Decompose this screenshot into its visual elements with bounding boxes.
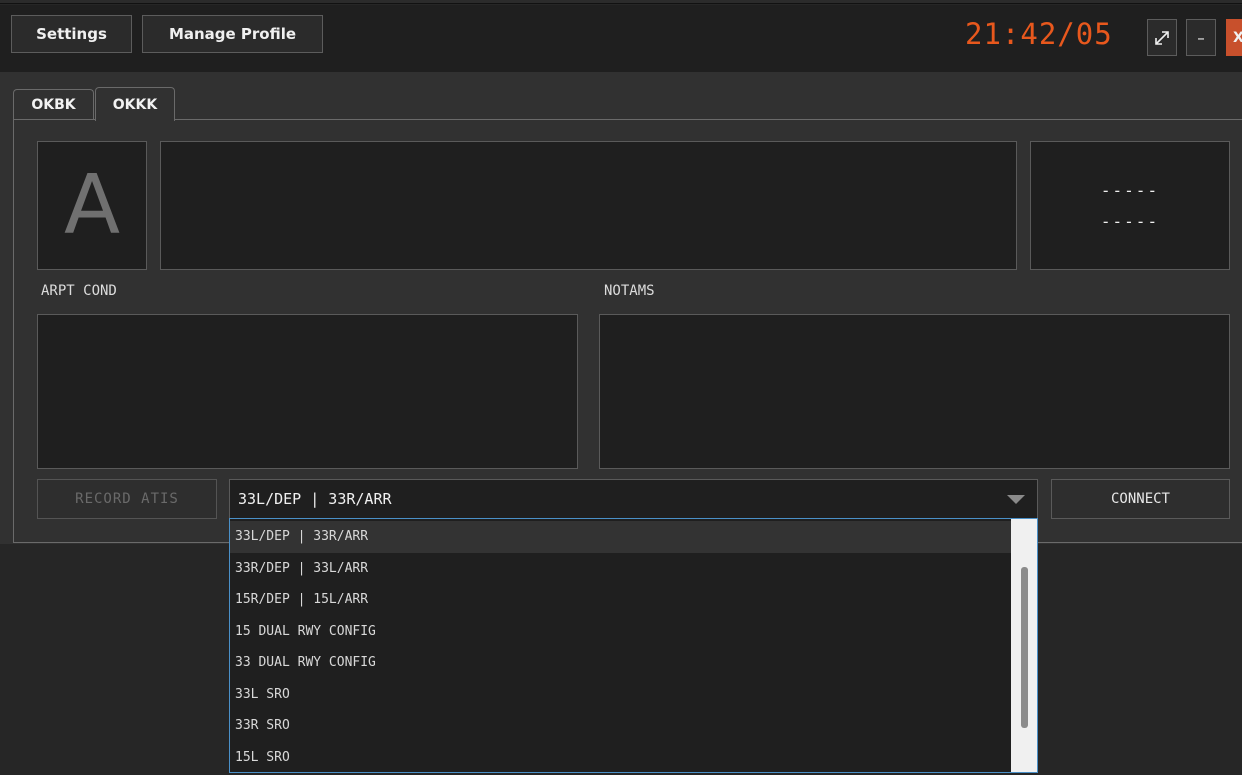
atis-info-display: ----- ----- (1030, 141, 1230, 270)
atis-letter: A (37, 141, 147, 270)
notams-textarea[interactable] (599, 314, 1230, 469)
atis-text-display (160, 141, 1017, 270)
chevron-down-icon[interactable] (1007, 495, 1025, 504)
dropdown-option[interactable]: 15R/DEP | 15L/ARR (230, 584, 1012, 616)
dropdown-list: 33L/DEP | 33R/ARR 33R/DEP | 33L/ARR 15R/… (230, 521, 1012, 773)
tab-okkk[interactable]: OKKK (95, 87, 175, 121)
arpt-cond-label: ARPT COND (41, 283, 117, 299)
runway-config-selected-value: 33L/DEP | 33R/ARR (238, 490, 392, 508)
dropdown-option[interactable]: 33L/DEP | 33R/ARR (230, 521, 1012, 553)
record-atis-button[interactable]: RECORD ATIS (37, 479, 217, 519)
notams-label: NOTAMS (604, 283, 655, 299)
scrollbar-thumb[interactable] (1021, 567, 1028, 728)
maximize-button[interactable] (1147, 19, 1177, 56)
settings-button[interactable]: Settings (11, 15, 132, 53)
dropdown-option[interactable]: 33R SRO (230, 710, 1012, 742)
arpt-cond-textarea[interactable] (37, 314, 578, 469)
utc-clock: 21:42/05 (965, 17, 1113, 51)
dropdown-option[interactable]: 15L SRO (230, 742, 1012, 773)
dropdown-option[interactable]: 33R/DEP | 33L/ARR (230, 553, 1012, 585)
dropdown-option[interactable]: 33L SRO (230, 679, 1012, 711)
minimize-button[interactable]: – (1186, 19, 1216, 56)
manage-profile-button[interactable]: Manage Profile (142, 15, 323, 53)
tab-okbk[interactable]: OKBK (13, 89, 94, 119)
dropdown-scrollbar[interactable] (1011, 519, 1037, 772)
dropdown-option[interactable]: 33 DUAL RWY CONFIG (230, 647, 1012, 679)
connect-button[interactable]: CONNECT (1051, 479, 1230, 519)
window-top-edge (0, 0, 1242, 4)
runway-config-dropdown: 33L/DEP | 33R/ARR 33R/DEP | 33L/ARR 15R/… (229, 518, 1038, 773)
runway-config-select[interactable]: 33L/DEP | 33R/ARR (229, 479, 1038, 519)
dropdown-option[interactable]: 15 DUAL RWY CONFIG (230, 616, 1012, 648)
expand-icon (1155, 30, 1169, 45)
info-line-2: ----- (1100, 211, 1160, 231)
close-button[interactable]: X (1226, 19, 1242, 56)
info-line-1: ----- (1100, 180, 1160, 200)
